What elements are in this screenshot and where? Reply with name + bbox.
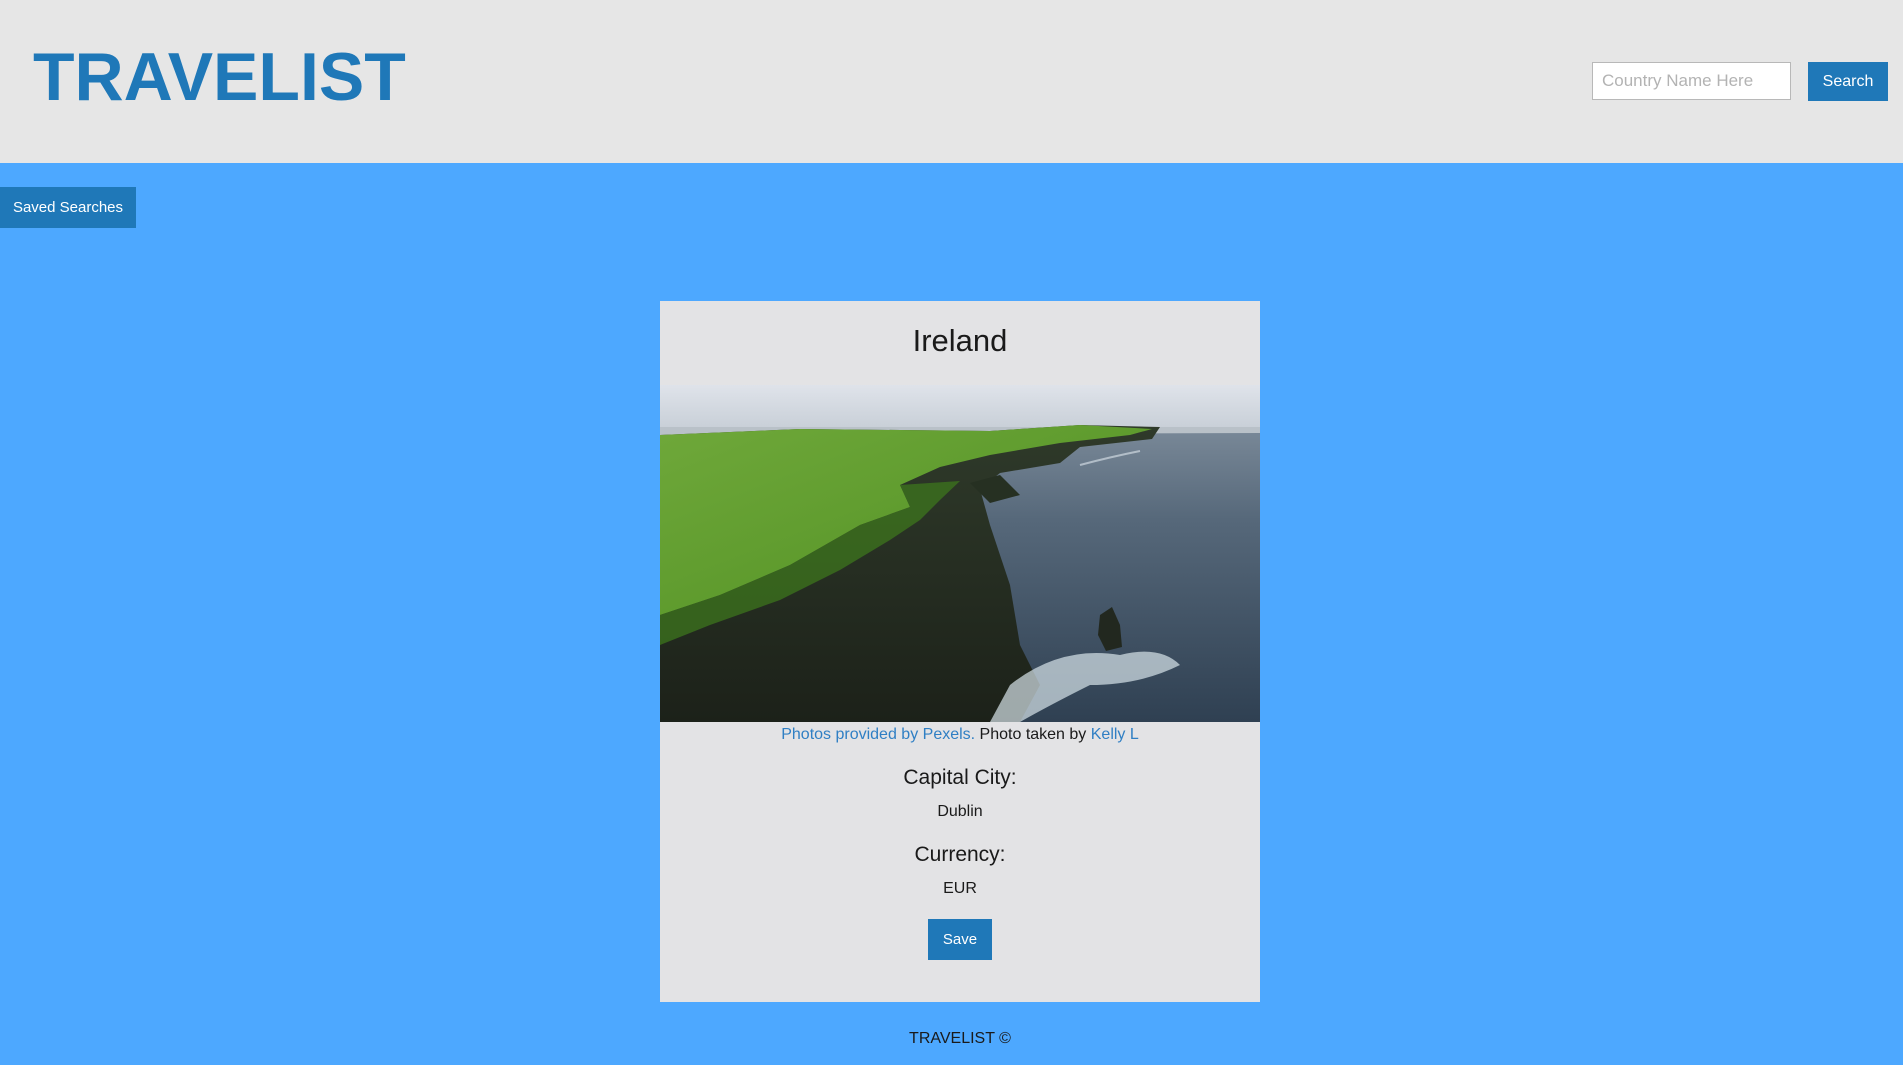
photo-credit: Photos provided by Pexels. Photo taken b… — [660, 725, 1260, 745]
capital-city-value: Dublin — [937, 803, 983, 820]
save-button[interactable]: Save — [928, 919, 992, 960]
photographer-link[interactable]: Kelly L — [1091, 726, 1139, 743]
search-button[interactable]: Search — [1808, 62, 1888, 101]
country-card: Ireland Photos provided by Pexels. Photo… — [660, 301, 1260, 1002]
country-search-input[interactable] — [1592, 62, 1791, 100]
pexels-link[interactable]: Photos provided by Pexels. — [781, 726, 975, 743]
currency-label: Currency: — [914, 843, 1006, 866]
country-name: Ireland — [912, 323, 1008, 358]
saved-searches-button[interactable]: Saved Searches — [0, 187, 136, 228]
currency-value: EUR — [943, 880, 977, 897]
country-photo — [660, 385, 1260, 722]
site-footer: TRAVELIST © — [909, 1030, 1011, 1047]
site-logo[interactable]: TRAVELIST — [33, 36, 406, 118]
site-header: TRAVELIST Search — [0, 0, 1903, 163]
photo-taken-by-text: Photo taken by — [975, 726, 1091, 743]
capital-city-label: Capital City: — [903, 766, 1017, 789]
